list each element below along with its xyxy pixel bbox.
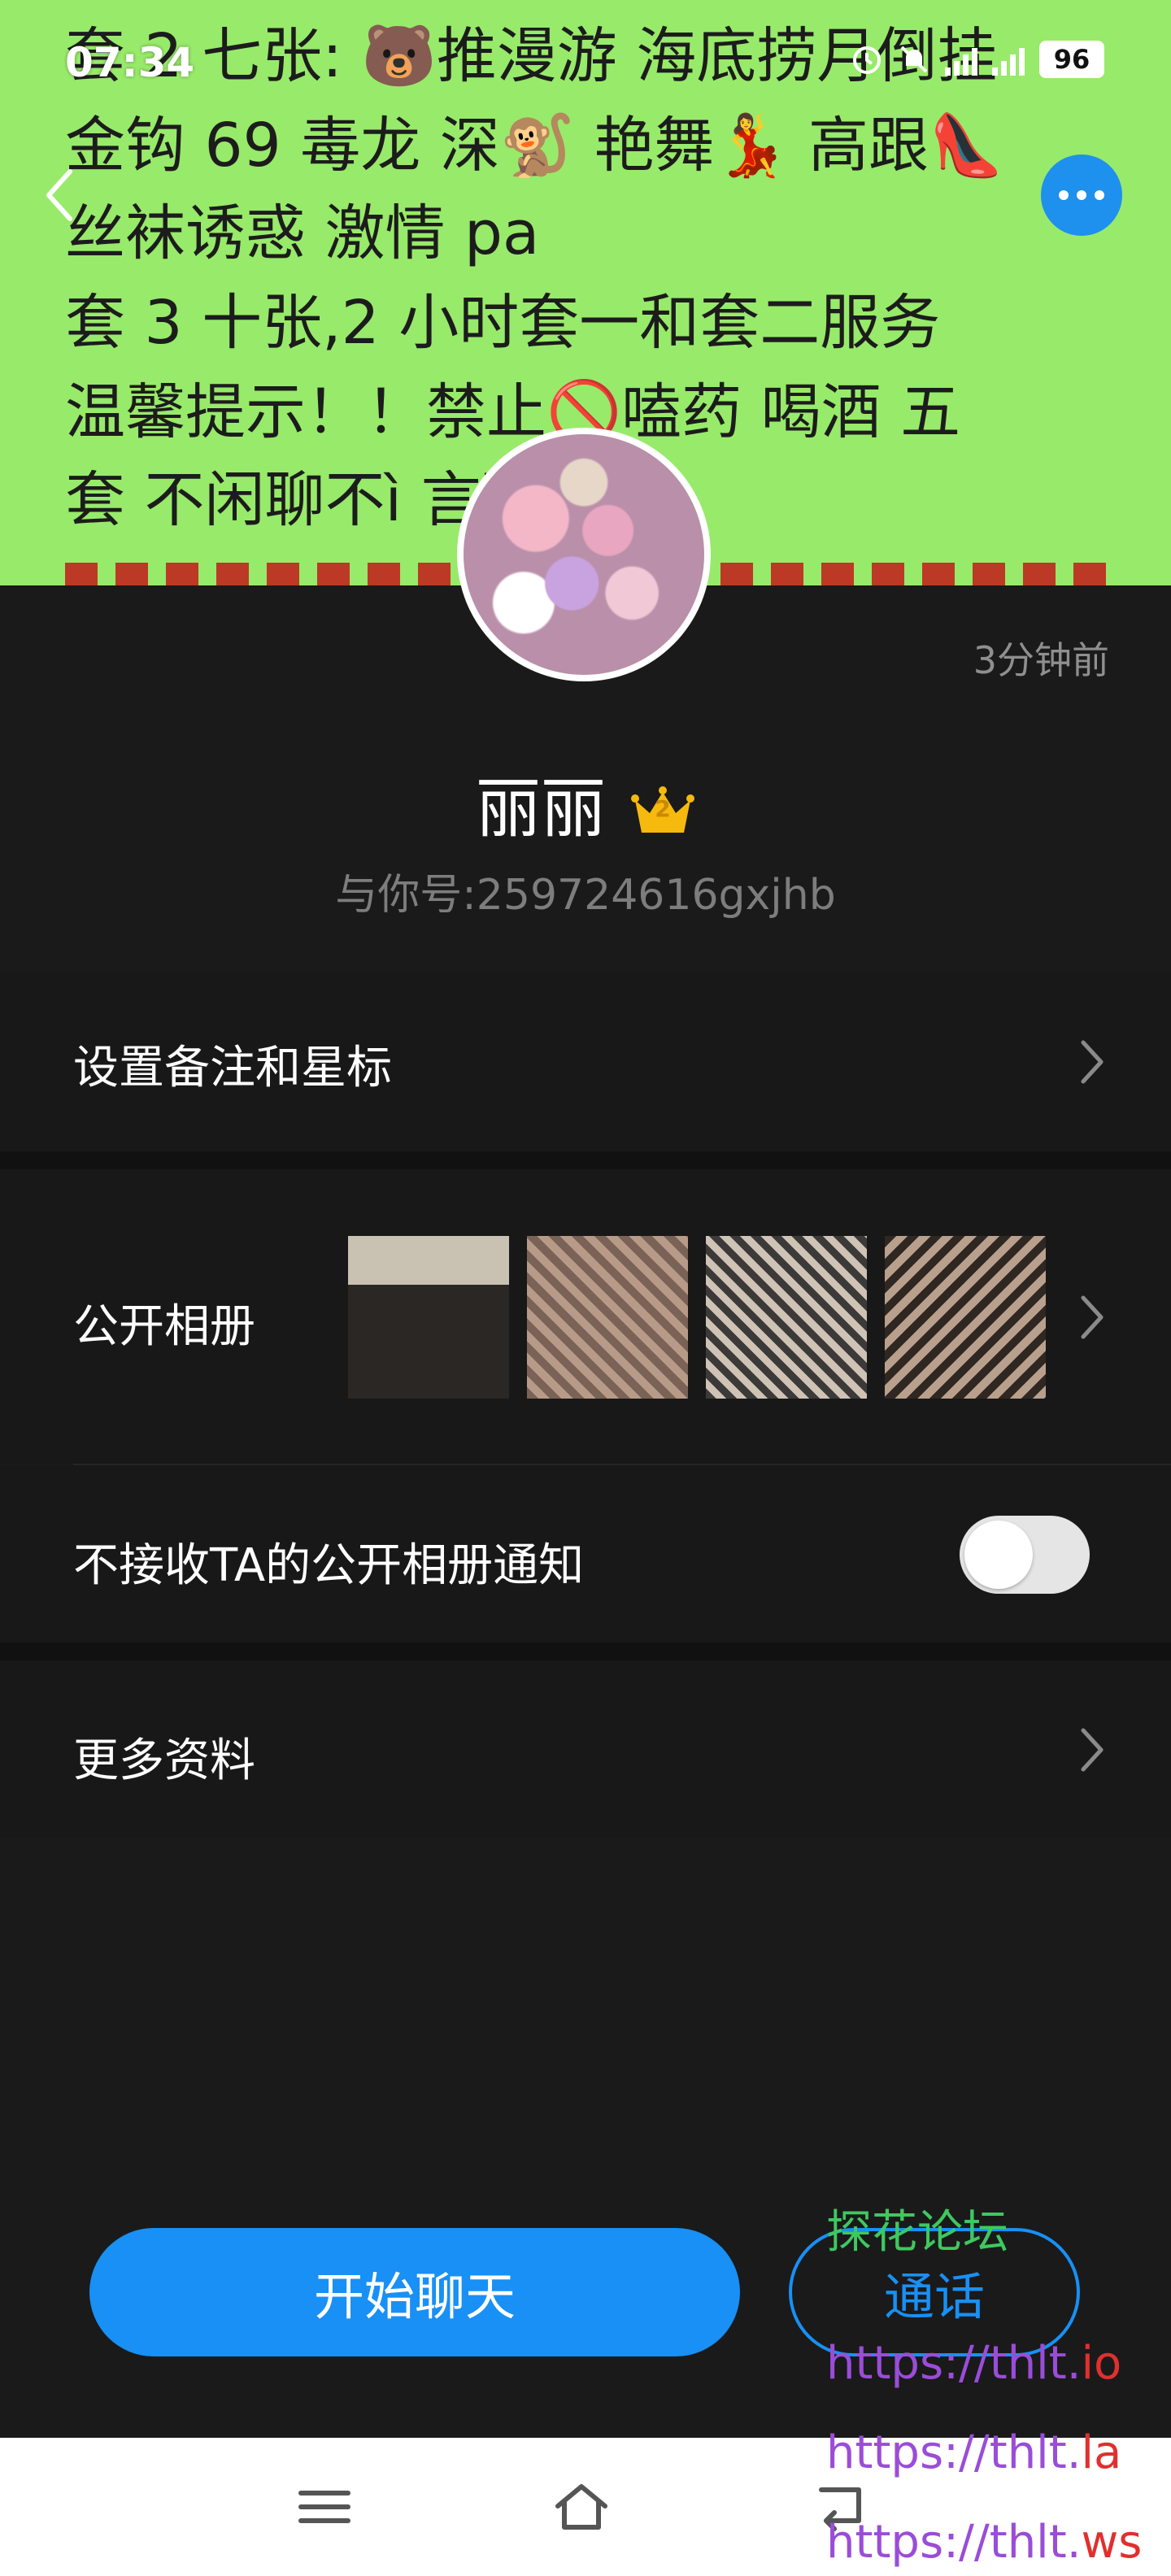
more-info-row[interactable]: 更多资料 <box>0 1660 1171 1838</box>
chevron-right-icon <box>1081 1295 1104 1339</box>
watermark-url: https://thlt.la <box>826 2426 1122 2479</box>
avatar[interactable] <box>457 428 711 681</box>
watermark-url: https://thlt.ws <box>826 2516 1143 2569</box>
profile-name-row: 丽丽 2 <box>0 756 1171 851</box>
banner-text-line: 丝袜诱惑 激情 pa <box>65 198 540 268</box>
public-album-label: 公开相册 <box>73 1300 255 1353</box>
chevron-right-icon <box>1081 1728 1104 1772</box>
album-notify-toggle[interactable] <box>960 1516 1090 1594</box>
start-chat-button[interactable]: 开始聊天 <box>89 2228 740 2356</box>
user-id: 与你号:259724616gxjhb <box>335 871 836 920</box>
menu-icon[interactable] <box>296 2478 353 2535</box>
set-remark-label: 设置备注和星标 <box>73 1042 392 1094</box>
watermark-label: 探花论坛 <box>826 2206 1008 2259</box>
mute-bell-icon <box>898 43 930 76</box>
section-divider <box>0 1151 1171 1169</box>
more-dots-icon <box>1059 190 1069 200</box>
signal-icon <box>945 43 977 76</box>
section-divider <box>0 1643 1171 1660</box>
album-thumbnail[interactable] <box>706 1236 867 1399</box>
profile-name: 丽丽 <box>476 771 606 846</box>
battery-indicator: 96 <box>1039 41 1104 78</box>
set-remark-row[interactable]: 设置备注和星标 <box>0 973 1171 1151</box>
status-icons: 96 <box>851 41 1104 78</box>
album-thumbnail[interactable] <box>885 1236 1046 1399</box>
crown-icon: 2 <box>630 777 695 833</box>
watermark-url: https://thlt.io <box>826 2337 1122 2390</box>
album-thumbnail[interactable] <box>527 1236 688 1399</box>
banner-text-line: 套 3 十张,2 小时套一和套二服务 <box>65 288 941 358</box>
banner-text-line: 温馨提示！！禁止🚫嗑药 喝酒 五 <box>65 377 961 447</box>
chevron-left-icon[interactable] <box>42 167 75 224</box>
banner-text-line: 金钩 69 毒龙 深🐒 艳舞💃 高跟👠 <box>65 111 1004 181</box>
more-info-label: 更多资料 <box>73 1734 255 1787</box>
signal-icon <box>992 43 1025 76</box>
posted-time: 3分钟前 <box>973 638 1109 682</box>
home-icon[interactable] <box>553 2478 610 2535</box>
alarm-icon <box>851 43 883 76</box>
toggle-knob <box>964 1521 1033 1589</box>
status-time: 07:34 <box>65 39 195 86</box>
album-notify-label: 不接收TA的公开相册通知 <box>73 1539 585 1592</box>
more-options-button[interactable] <box>1041 154 1122 236</box>
chevron-right-icon <box>1081 1040 1104 1084</box>
level-badge: 2 <box>655 795 671 822</box>
avatar-image <box>464 434 704 675</box>
album-thumbnail[interactable] <box>348 1236 509 1399</box>
